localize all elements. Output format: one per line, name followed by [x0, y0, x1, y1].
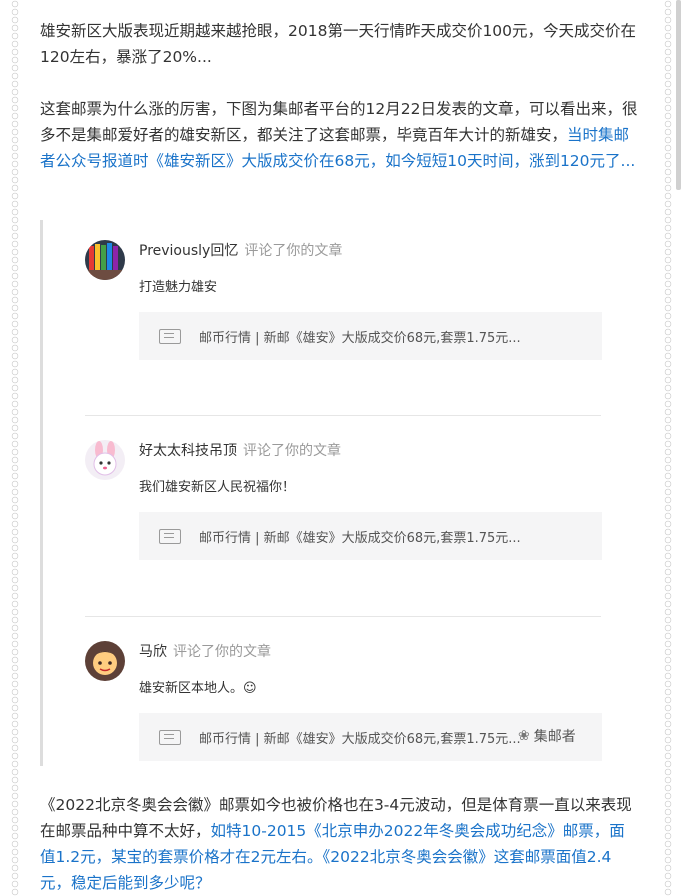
comment-text: 我们雄安新区人民祝福你！: [139, 480, 296, 495]
comment-username[interactable]: 马欣: [139, 644, 167, 660]
comment-screenshot-card: Previously回忆 评论了你的文章 打造魅力雄安 邮币行情 | 新邮《雄安》…: [40, 220, 629, 766]
article-link-title: 邮币行情 | 新邮《雄安》大版成交价68元,套票1.75元...: [199, 731, 521, 747]
avatar[interactable]: [85, 440, 125, 480]
comment-header: 马欣 评论了你的文章: [139, 641, 271, 661]
article-body-bottom: 《2022北京冬奥会会徽》邮票如今也被价格也在3-4元波动，但是体育票一直以来表…: [40, 792, 640, 896]
comment-text: 打造魅力雄安: [139, 280, 218, 295]
comment-action: 评论了你的文章: [173, 644, 271, 660]
comment-header: 好太太科技吊顶 评论了你的文章: [139, 440, 341, 460]
comment-username[interactable]: 好太太科技吊顶: [139, 443, 237, 459]
document-icon: [159, 528, 181, 544]
comment-divider: [85, 415, 601, 416]
comment-action: 评论了你的文章: [243, 443, 341, 459]
document-icon: [159, 729, 181, 745]
avatar[interactable]: [85, 240, 125, 280]
comment-divider: [85, 616, 601, 617]
watermark: ❀ 集邮者: [518, 726, 576, 746]
article-body: 雄安新区大版表现近期越来越抢眼，2018第一天行情昨天成交价100元，今天成交价…: [40, 18, 640, 174]
comment-username[interactable]: Previously回忆: [139, 243, 238, 259]
comment-text: 雄安新区本地人。☺: [139, 681, 257, 696]
article-link-card[interactable]: 邮币行情 | 新邮《雄安》大版成交价68元,套票1.75元...: [139, 312, 602, 360]
comment-header: Previously回忆 评论了你的文章: [139, 240, 342, 260]
wechat-icon: ❀: [518, 728, 530, 744]
article-link-title: 邮币行情 | 新邮《雄安》大版成交价68元,套票1.75元...: [199, 330, 521, 346]
comment-action: 评论了你的文章: [244, 243, 343, 259]
perforated-border-right: [663, 0, 673, 896]
article-paragraph-3: 《2022北京冬奥会会徽》邮票如今也被价格也在3-4元波动，但是体育票一直以来表…: [40, 792, 640, 896]
article-link-card[interactable]: 邮币行情 | 新邮《雄安》大版成交价68元,套票1.75元...: [139, 512, 602, 560]
article-paragraph-2: 这套邮票为什么涨的厉害，下图为集邮者平台的12月22日发表的文章，可以看出来，很…: [40, 96, 640, 174]
paragraph-2-text: 这套邮票为什么涨的厉害，下图为集邮者平台的12月22日发表的文章，可以看出来，很…: [40, 100, 638, 144]
document-icon: [159, 328, 181, 344]
avatar[interactable]: [85, 641, 125, 681]
scrollbar-thumb[interactable]: [676, 0, 681, 190]
article-paragraph-1: 雄安新区大版表现近期越来越抢眼，2018第一天行情昨天成交价100元，今天成交价…: [40, 22, 637, 66]
perforated-border-left: [10, 0, 20, 896]
article-link-title: 邮币行情 | 新邮《雄安》大版成交价68元,套票1.75元...: [199, 530, 521, 546]
watermark-label: 集邮者: [533, 729, 576, 745]
